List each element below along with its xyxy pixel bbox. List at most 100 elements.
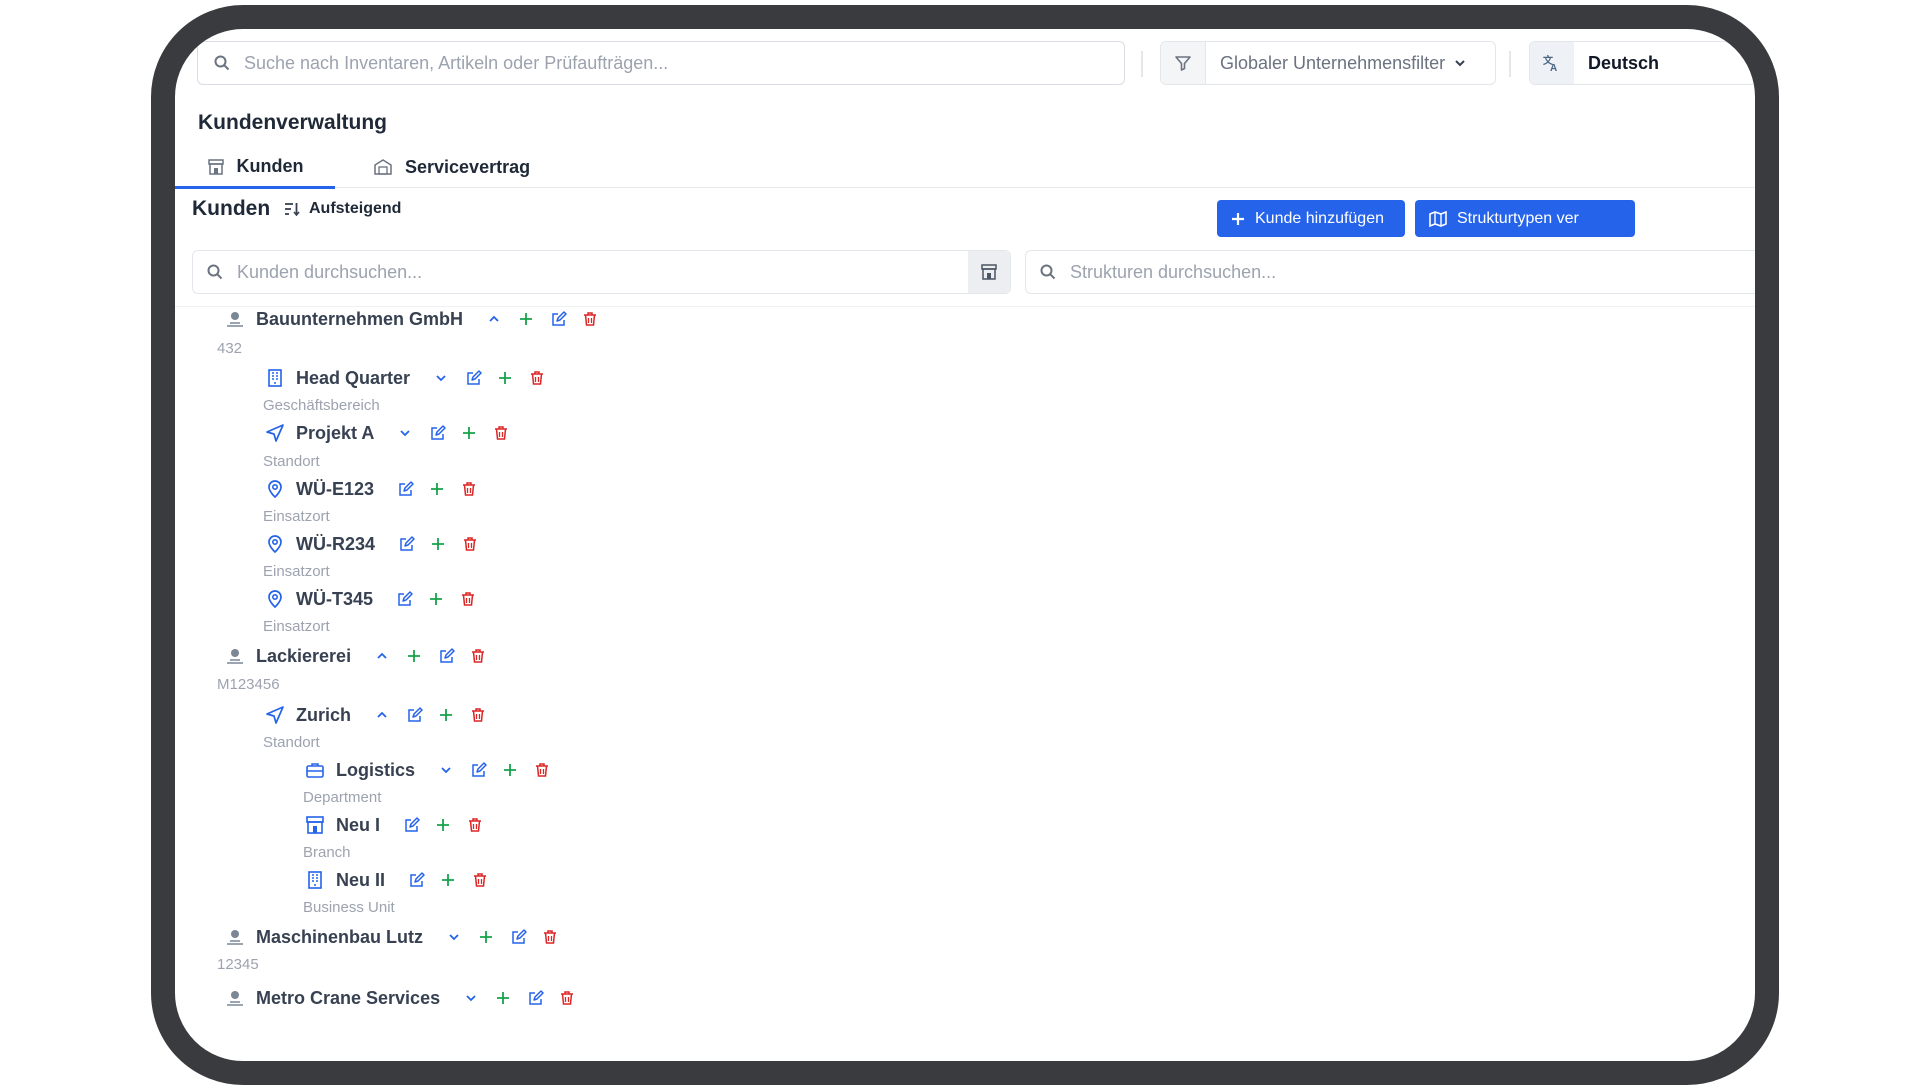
- trash-icon: [464, 814, 486, 836]
- add-child-button[interactable]: [515, 308, 537, 330]
- delete-button[interactable]: [458, 478, 480, 500]
- delete-button[interactable]: [579, 308, 601, 330]
- tree-node-actions: [433, 926, 561, 948]
- trash-icon: [457, 588, 479, 610]
- edit-button[interactable]: [395, 533, 417, 555]
- structure-types-button[interactable]: Strukturtypen ver: [1415, 200, 1635, 237]
- tree-node[interactable]: WÜ-E123: [263, 477, 480, 501]
- store-filter-button[interactable]: [968, 251, 1010, 293]
- edit-button[interactable]: [394, 478, 416, 500]
- toggle-button[interactable]: [394, 422, 416, 444]
- tree-node[interactable]: Logistics: [303, 758, 553, 782]
- delete-button[interactable]: [467, 645, 489, 667]
- edit-button[interactable]: [435, 645, 457, 667]
- tab-servicevertrag[interactable]: Servicevertrag: [373, 147, 530, 187]
- edit-icon: [395, 533, 417, 555]
- add-child-button[interactable]: [437, 869, 459, 891]
- structure-types-label: Strukturtypen ver: [1457, 209, 1579, 227]
- edit-icon: [403, 704, 425, 726]
- add-child-button[interactable]: [432, 814, 454, 836]
- toggle-button[interactable]: [435, 759, 457, 781]
- tree-node[interactable]: Projekt A: [263, 421, 512, 445]
- add-child-button[interactable]: [427, 533, 449, 555]
- tree-node[interactable]: Lackiererei: [223, 644, 489, 668]
- tree-node[interactable]: Zurich: [263, 703, 489, 727]
- toggle-button[interactable]: [460, 987, 482, 1009]
- tree-node[interactable]: Maschinenbau Lutz: [223, 925, 561, 949]
- tree-node-actions: [361, 645, 489, 667]
- toggle-button[interactable]: [483, 308, 505, 330]
- tree-node[interactable]: Neu I: [303, 813, 486, 837]
- tree-node[interactable]: Head Quarter: [263, 366, 548, 390]
- delete-button[interactable]: [539, 926, 561, 948]
- delete-button[interactable]: [490, 422, 512, 444]
- tree-node-name: Maschinenbau Lutz: [256, 926, 424, 947]
- tree-node[interactable]: Metro Crane Services: [223, 986, 578, 1010]
- company-filter-select[interactable]: Globaler Unternehmensfilter: [1160, 41, 1496, 85]
- edit-button[interactable]: [403, 704, 425, 726]
- structure-search-input[interactable]: [1068, 260, 1755, 284]
- delete-button[interactable]: [459, 533, 481, 555]
- toggle-button[interactable]: [443, 926, 465, 948]
- add-child-button[interactable]: [499, 759, 521, 781]
- delete-button[interactable]: [467, 704, 489, 726]
- tree-node[interactable]: WÜ-T345: [263, 587, 479, 611]
- edit-button[interactable]: [405, 869, 427, 891]
- delete-button[interactable]: [469, 869, 491, 891]
- plus-icon: [403, 645, 425, 667]
- toggle-button[interactable]: [430, 367, 452, 389]
- toggle-button[interactable]: [371, 645, 393, 667]
- add-child-button[interactable]: [425, 588, 447, 610]
- delete-button[interactable]: [556, 987, 578, 1009]
- customer-logo-icon: [223, 986, 247, 1010]
- delete-button[interactable]: [457, 588, 479, 610]
- tree-node-actions: [385, 533, 481, 555]
- global-search[interactable]: [197, 41, 1125, 85]
- add-child-button[interactable]: [492, 987, 514, 1009]
- map-pin-icon: [263, 587, 287, 611]
- customer-search-input[interactable]: [235, 260, 939, 284]
- delete-button[interactable]: [464, 814, 486, 836]
- edit-button[interactable]: [547, 308, 569, 330]
- edit-button[interactable]: [524, 987, 546, 1009]
- add-child-button[interactable]: [426, 478, 448, 500]
- store-icon: [207, 158, 225, 176]
- edit-button[interactable]: [426, 422, 448, 444]
- global-search-input[interactable]: [242, 51, 1124, 75]
- tree-node-actions: [390, 814, 486, 836]
- trash-icon: [469, 869, 491, 891]
- store-icon: [980, 263, 998, 281]
- add-child-button[interactable]: [435, 704, 457, 726]
- tab-kunden[interactable]: Kunden: [175, 147, 335, 189]
- building-icon: [303, 868, 327, 892]
- delete-button[interactable]: [531, 759, 553, 781]
- edit-button[interactable]: [462, 367, 484, 389]
- tree-node[interactable]: Bauunternehmen GmbH: [223, 307, 601, 331]
- edit-button[interactable]: [393, 588, 415, 610]
- structure-search[interactable]: [1025, 250, 1755, 294]
- customer-search[interactable]: [192, 250, 1011, 294]
- edit-button[interactable]: [467, 759, 489, 781]
- edit-button[interactable]: [507, 926, 529, 948]
- plus-icon: [494, 367, 516, 389]
- map-icon: [1429, 210, 1447, 228]
- trash-icon: [531, 759, 553, 781]
- toggle-button[interactable]: [371, 704, 393, 726]
- tablet-frame: Globaler Unternehmensfilter 文A Deutsch K…: [151, 5, 1779, 1085]
- tree-node[interactable]: WÜ-R234: [263, 532, 481, 556]
- chevron-down-icon: [460, 987, 482, 1009]
- edit-button[interactable]: [400, 814, 422, 836]
- tree-node-name: WÜ-R234: [296, 533, 376, 554]
- add-child-button[interactable]: [403, 645, 425, 667]
- delete-button[interactable]: [526, 367, 548, 389]
- navigation-icon: [263, 703, 287, 727]
- add-customer-button[interactable]: Kunde hinzufügen: [1217, 200, 1405, 237]
- add-child-button[interactable]: [475, 926, 497, 948]
- building-icon: [263, 366, 287, 390]
- add-child-button[interactable]: [494, 367, 516, 389]
- plus-icon: [427, 533, 449, 555]
- add-child-button[interactable]: [458, 422, 480, 444]
- sort-toggle[interactable]: Aufsteigend: [284, 200, 401, 218]
- tree-node[interactable]: Neu II: [303, 868, 491, 892]
- language-select[interactable]: 文A Deutsch: [1529, 41, 1755, 85]
